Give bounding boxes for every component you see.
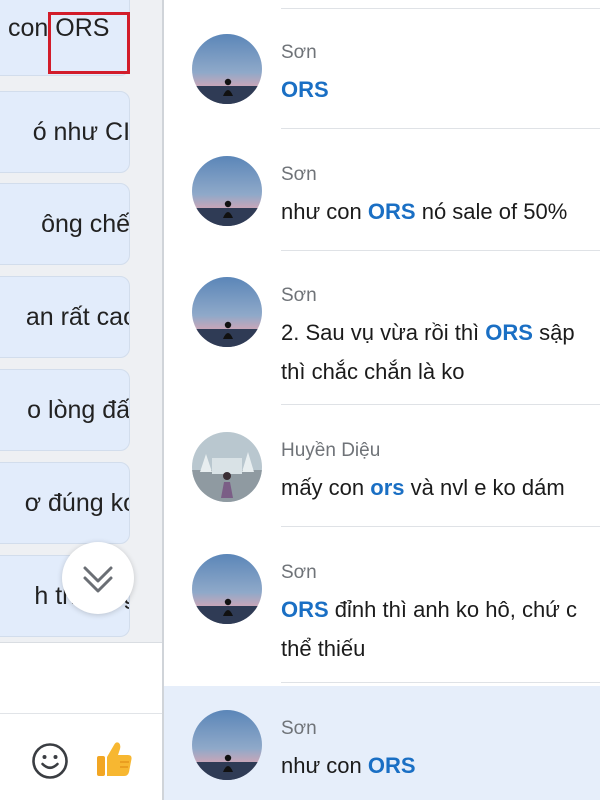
snippet-text: đỉnh thì anh ko hô, chứ c	[328, 597, 578, 622]
message-text: ơ đúng ko	[24, 488, 130, 517]
message-snippet-line: ORS	[281, 77, 329, 103]
message-snippet-line: như con ORS	[281, 753, 416, 779]
like-button[interactable]	[92, 737, 136, 781]
keyword-highlight: ORS	[281, 77, 329, 102]
avatar-image	[192, 710, 262, 780]
keyword-highlight: ORS	[485, 320, 533, 345]
snippet-text: mấy con	[281, 475, 371, 500]
message-text: an rất cao	[25, 302, 130, 331]
sender-name: Sơn	[281, 164, 317, 185]
avatar[interactable]	[192, 710, 262, 780]
search-match-highlight	[48, 12, 130, 74]
snippet-text: thì chắc chắn là ko	[281, 359, 465, 384]
smiley-icon	[32, 743, 68, 779]
row-divider	[281, 404, 600, 405]
avatar-image	[192, 34, 262, 104]
message-snippet-line: mấy con ors và nvl e ko dám	[281, 475, 565, 501]
message-snippet-line: 2. Sau vụ vừa rồi thì ORS sập	[281, 320, 575, 346]
message-bubble[interactable]: an rất cao	[0, 276, 130, 358]
avatar[interactable]	[192, 277, 262, 347]
search-results-list: Sơn ORS Sơn như con ORS nó sale of 50% Sơn 2.…	[164, 0, 600, 800]
avatar-image	[192, 277, 262, 347]
avatar[interactable]	[192, 34, 262, 104]
avatar[interactable]	[192, 156, 262, 226]
sender-name: Sơn	[281, 42, 317, 63]
message-snippet-line: thì chắc chắn là ko	[281, 359, 464, 385]
double-chevron-down-icon	[83, 566, 113, 593]
row-divider	[281, 682, 600, 683]
snippet-text: thể thiếu	[281, 636, 366, 661]
keyword-highlight: ORS	[367, 199, 416, 224]
sender-name: Sơn	[281, 562, 317, 583]
snippet-text: và nvl e ko dám	[404, 475, 565, 500]
message-text: o lòng đất	[27, 395, 130, 424]
row-divider	[281, 250, 600, 251]
snippet-text: như con	[281, 753, 368, 778]
avatar-image	[192, 432, 262, 502]
message-snippet-line: như con ORS nó sale of 50%	[281, 199, 567, 225]
emoji-button[interactable]	[30, 741, 70, 781]
snippet-text: nó sale of 50%	[415, 199, 568, 224]
row-divider	[281, 128, 600, 129]
keyword-highlight: ORS	[367, 753, 416, 778]
scroll-to-bottom-button[interactable]	[62, 542, 134, 614]
message-bubble[interactable]: ó như CII	[0, 91, 130, 173]
avatar-image	[192, 156, 262, 226]
row-divider	[281, 526, 600, 527]
sender-name: Huyền Diệu	[281, 440, 381, 461]
composer-divider	[0, 713, 162, 714]
message-snippet-line: ORS đỉnh thì anh ko hô, chứ c	[281, 597, 577, 623]
snippet-text: sập	[532, 320, 575, 345]
message-bubble[interactable]: o lòng đất	[0, 369, 130, 451]
avatar-image	[192, 554, 262, 624]
row-divider	[281, 8, 600, 9]
composer-bar	[0, 642, 162, 801]
sender-name: Sơn	[281, 718, 317, 739]
thumbs-up-icon	[97, 742, 132, 776]
keyword-highlight: ORS	[281, 597, 329, 622]
sender-name: Sơn	[281, 285, 317, 306]
snippet-text: 2. Sau vụ vừa rồi thì	[281, 320, 486, 345]
keyword-highlight: ors	[370, 475, 405, 500]
message-bubble[interactable]: ơ đúng ko	[0, 462, 130, 544]
avatar[interactable]	[192, 432, 262, 502]
avatar[interactable]	[192, 554, 262, 624]
message-snippet-line: thể thiếu	[281, 636, 365, 662]
snippet-text: như con	[281, 199, 368, 224]
message-text: ông chết	[41, 209, 130, 238]
message-text: ó như CII	[32, 117, 130, 146]
message-bubble[interactable]: ông chết	[0, 183, 130, 265]
